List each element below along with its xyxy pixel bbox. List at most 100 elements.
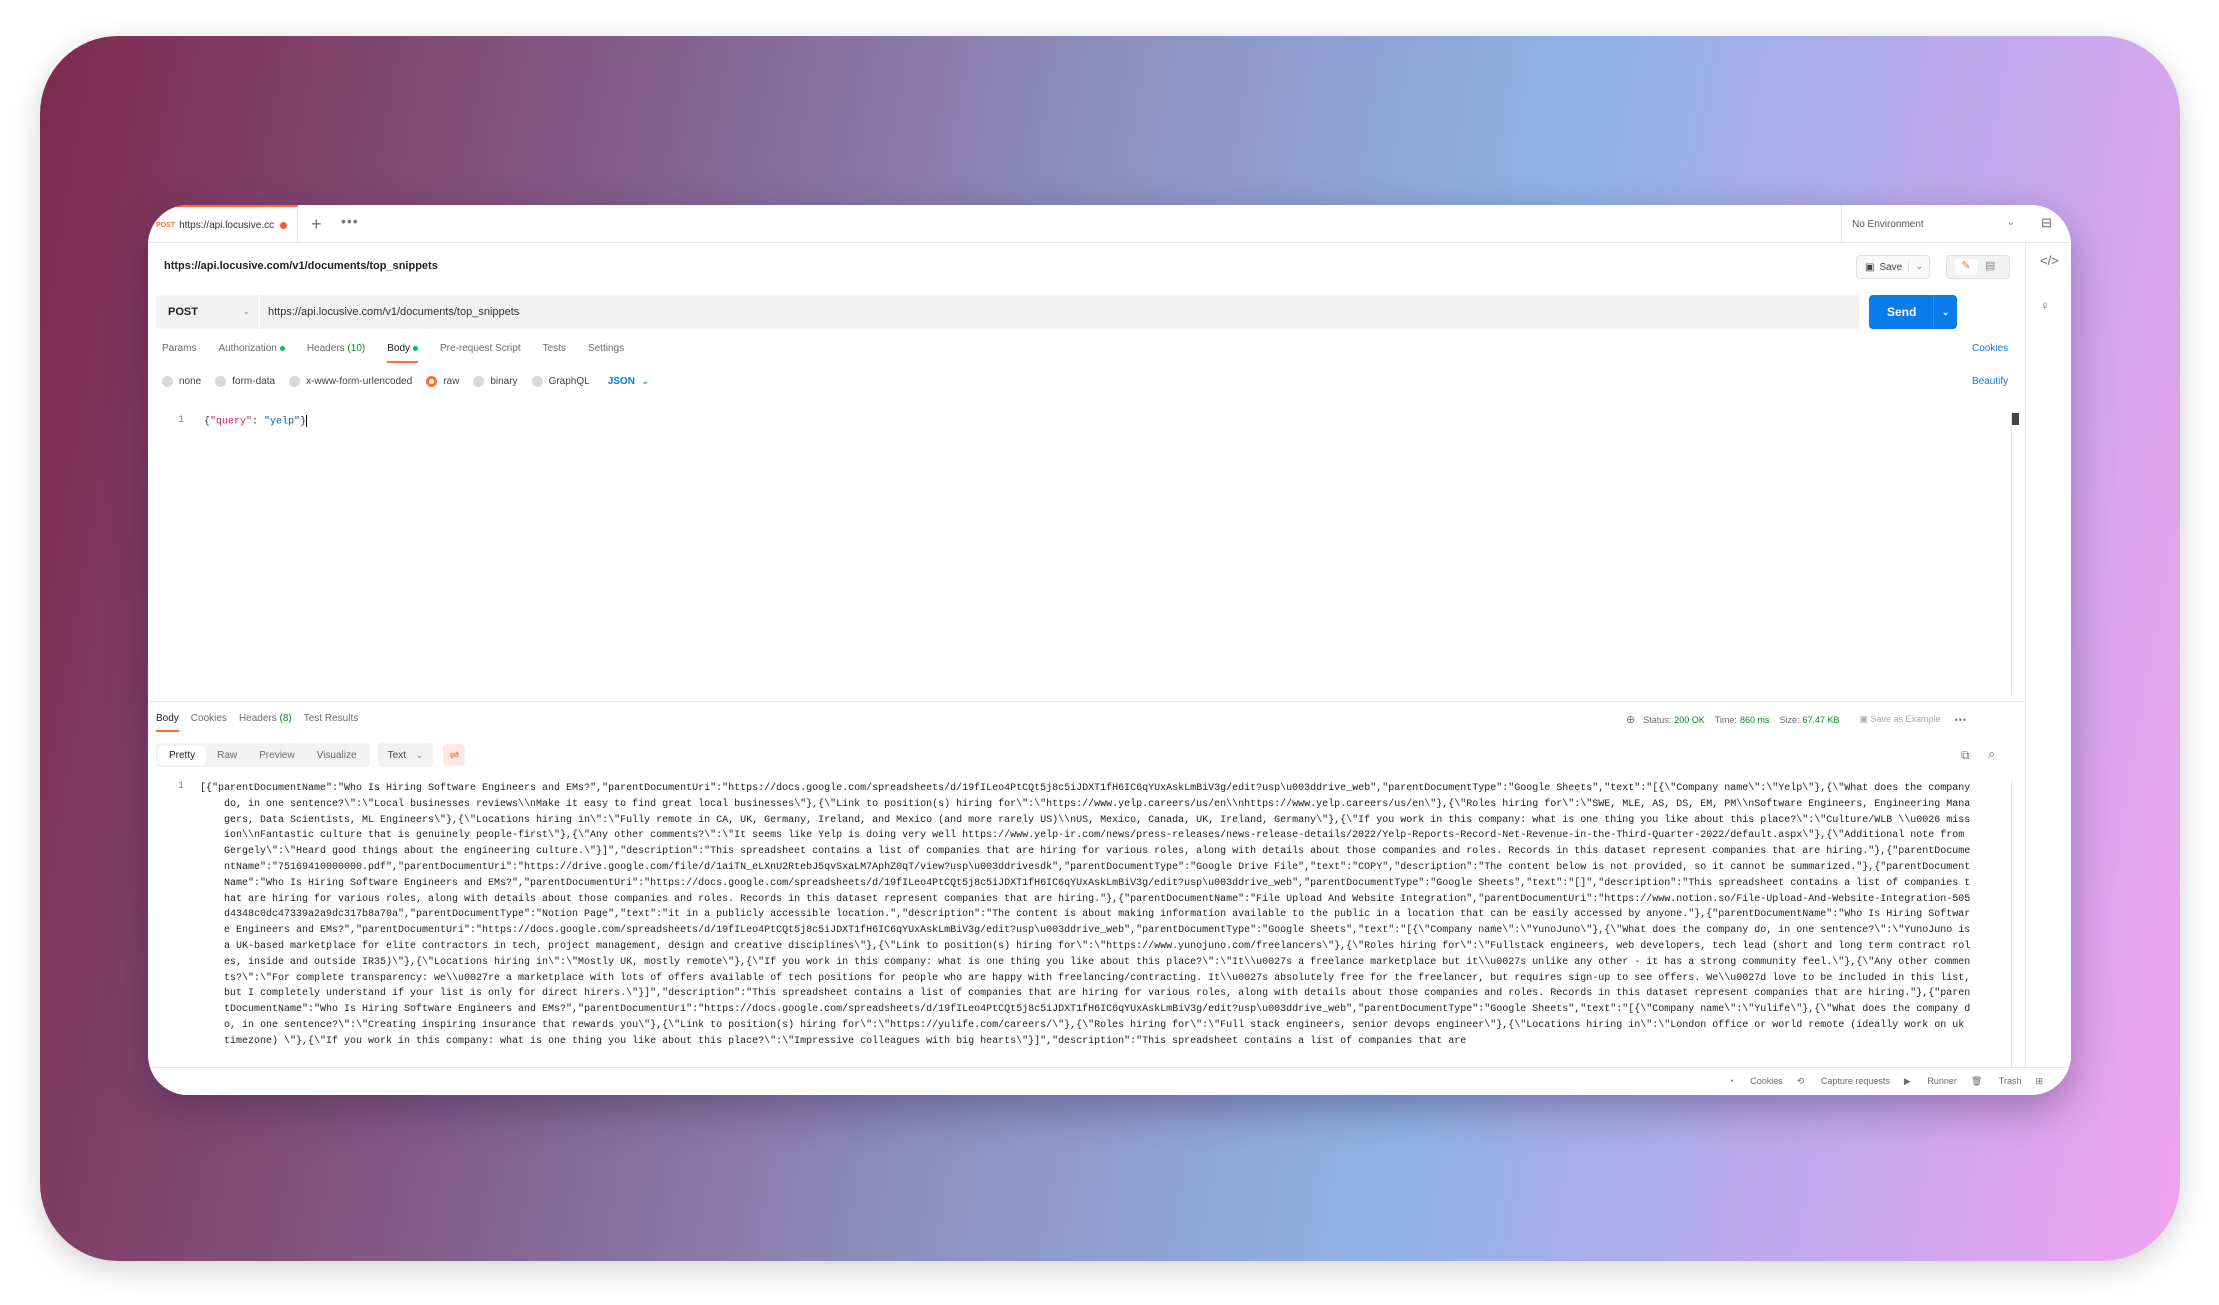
json-value: "yelp" [264, 416, 301, 428]
cookies-link[interactable]: Cookies [1972, 343, 2008, 354]
radio-binary[interactable]: binary [473, 376, 518, 387]
view-mode-group: Pretty Raw Preview Visualize [156, 743, 370, 767]
url-input[interactable] [260, 295, 1859, 329]
url-bar: POST ⌄ Send ⌄ [156, 295, 1957, 329]
response-format-select[interactable]: Text ⌄ [377, 743, 434, 767]
request-body-editor[interactable]: 1 {"query": "yelp"} [148, 405, 2025, 695]
radio-icon [473, 376, 485, 387]
tab-settings[interactable]: Settings [588, 343, 624, 363]
status-dot-icon [413, 345, 419, 351]
documentation-icon[interactable]: ▤ [1985, 259, 1995, 272]
send-button[interactable]: Send ⌄ [1869, 295, 1957, 329]
request-header: https://api.locusive.com/v1/documents/to… [148, 243, 2025, 289]
scrollbar-thumb[interactable] [2012, 413, 2019, 425]
radio-x-www-form-urlencoded[interactable]: x-www-form-urlencoded [289, 376, 412, 387]
response-tab-headers[interactable]: Headers (8) [239, 713, 292, 732]
status-label: Status: [1643, 714, 1672, 725]
size-label: Size: [1779, 714, 1800, 725]
right-sidebar: </> ♀ [2025, 243, 2071, 1095]
radio-none[interactable]: none [162, 376, 201, 387]
environment-label: No Environment [1852, 218, 1924, 230]
radio-icon [531, 376, 543, 387]
tab-title: https://api.locusive.cc [179, 219, 275, 231]
environment-selector[interactable]: No Environment ⌄ [1841, 205, 2025, 243]
chevron-down-icon: ⌄ [242, 306, 250, 316]
body-type-options: none form-data x-www-form-urlencoded raw… [162, 376, 649, 387]
pane-divider[interactable] [148, 701, 2025, 702]
lightbulb-icon[interactable]: ♀ [2040, 298, 2050, 313]
copy-icon[interactable]: ⧉ [1961, 748, 1970, 763]
response-scrollbar[interactable] [2011, 781, 2018, 1067]
pencil-icon[interactable]: ✎ [1955, 259, 1977, 275]
status-value[interactable]: 200 OK [1674, 715, 1705, 725]
tab-headers[interactable]: Headers (10) [307, 343, 365, 363]
radio-raw[interactable]: raw [426, 376, 459, 387]
response-text: [{"parentDocumentName":"Who Is Hiring So… [200, 783, 1977, 1047]
view-raw[interactable]: Raw [206, 746, 248, 765]
radio-graphql[interactable]: GraphQL [531, 376, 590, 387]
save-label: Save [1879, 261, 1903, 273]
code-line: {"query": "yelp"} [204, 415, 308, 428]
send-label: Send [1887, 305, 1917, 319]
tab-method: POST [156, 221, 176, 229]
save-button[interactable]: ▣ Save ⌄ [1856, 255, 1930, 279]
response-view-bar: Pretty Raw Preview Visualize Text ⌄ ⇌ [156, 743, 466, 767]
view-toggle: ✎ ▤ [1946, 255, 2010, 279]
runner-button[interactable]: ▶ Runner [1904, 1076, 1957, 1087]
line-number: 1 [178, 781, 185, 792]
size-value[interactable]: 67.47 KB [1802, 715, 1839, 725]
tab-bar: POST https://api.locusive.cc + ••• No En… [148, 205, 2071, 243]
chevron-down-icon: ⌄ [2006, 217, 2015, 228]
tab-pre-request-script[interactable]: Pre-request Script [440, 343, 521, 363]
time-value[interactable]: 860 ms [1740, 715, 1770, 725]
view-visualize[interactable]: Visualize [306, 746, 368, 765]
wrap-lines-icon[interactable]: ⇌ [443, 744, 466, 766]
tab-body[interactable]: Body [387, 343, 419, 363]
save-as-example-button[interactable]: ▣ Save as Example [1860, 714, 1941, 725]
more-options-icon[interactable]: ••• [1955, 715, 1967, 725]
method-select[interactable]: POST ⌄ [156, 295, 258, 329]
response-body[interactable]: 1 [{"parentDocumentName":"Who Is Hiring … [148, 781, 2025, 1067]
cookies-status-button[interactable]: ◔ Cookies [1728, 1076, 1782, 1087]
line-number: 1 [178, 415, 185, 426]
status-bar: ◔ Cookies ⟲ Capture requests ▶ Runner 🗑 … [148, 1067, 2071, 1095]
beautify-link[interactable]: Beautify [1972, 376, 2008, 387]
request-title: https://api.locusive.com/v1/documents/to… [164, 260, 438, 272]
radio-icon [289, 376, 301, 387]
response-tab-body[interactable]: Body [156, 713, 179, 732]
text-cursor [306, 415, 308, 427]
json-key: "query" [210, 416, 253, 428]
body-format-select[interactable]: JSON ⌄ [608, 376, 650, 387]
method-label: POST [168, 306, 198, 318]
view-preview[interactable]: Preview [248, 746, 306, 765]
globe-icon[interactable]: ⊕ [1626, 713, 1635, 726]
chevron-down-icon: ⌄ [640, 376, 650, 387]
layout-icon[interactable]: ⊞ [2035, 1076, 2043, 1087]
unsaved-dot-icon [280, 221, 288, 229]
view-pretty[interactable]: Pretty [158, 745, 207, 765]
chevron-down-icon[interactable]: ⌄ [1908, 261, 1923, 272]
code-snippet-icon[interactable]: </> [2040, 253, 2059, 268]
environment-quick-look-icon[interactable]: ⊟ [2041, 215, 2052, 231]
postman-window: POST https://api.locusive.cc + ••• No En… [148, 205, 2071, 1095]
editor-scrollbar[interactable] [2011, 413, 2019, 695]
tab-more-icon[interactable]: ••• [341, 213, 359, 229]
request-tabs: Params Authorization Headers (10) Body P… [162, 343, 646, 363]
status-dot-icon [279, 345, 285, 351]
response-tab-cookies[interactable]: Cookies [191, 713, 227, 732]
radio-form-data[interactable]: form-data [215, 376, 275, 387]
tab-authorization[interactable]: Authorization [218, 343, 285, 363]
tab-params[interactable]: Params [162, 343, 196, 363]
trash-button[interactable]: 🗑 Trash [1971, 1076, 2022, 1087]
search-icon[interactable]: ⌕ [1988, 746, 1995, 762]
capture-requests-button[interactable]: ⟲ Capture requests [1797, 1076, 1890, 1087]
tab-tests[interactable]: Tests [543, 343, 566, 363]
time-label: Time: [1714, 714, 1737, 725]
chevron-down-icon[interactable]: ⌄ [1933, 295, 1957, 329]
response-tab-test-results[interactable]: Test Results [304, 713, 358, 732]
request-tab[interactable]: POST https://api.locusive.cc [148, 205, 298, 243]
radio-selected-icon [426, 376, 438, 387]
new-tab-plus-icon[interactable]: + [311, 214, 322, 235]
chevron-down-icon: ⌄ [415, 749, 424, 760]
radio-icon [162, 376, 173, 387]
